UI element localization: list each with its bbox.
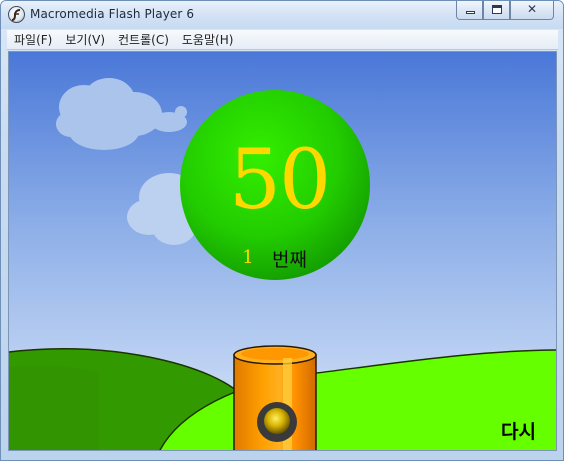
fire-button-icon[interactable] xyxy=(264,408,290,434)
minimize-button[interactable] xyxy=(456,1,483,20)
maximize-icon xyxy=(492,5,502,14)
menu-control[interactable]: 컨트롤(C) xyxy=(111,31,175,48)
cannon[interactable] xyxy=(233,345,317,451)
game-stage[interactable]: 50 1 번째 다시 xyxy=(8,51,557,451)
close-icon: ✕ xyxy=(526,2,538,16)
score-display: 50 xyxy=(228,133,331,228)
turn-number: 1 xyxy=(242,247,254,268)
menu-help[interactable]: 도움말(H) xyxy=(175,31,240,48)
retry-button[interactable]: 다시 xyxy=(501,417,536,444)
close-button[interactable]: ✕ xyxy=(510,1,554,20)
turn-label: 번째 xyxy=(272,249,307,271)
menu-bar: 파일(F) 보기(V) 컨트롤(C) 도움말(H) xyxy=(7,30,558,50)
minimize-icon xyxy=(466,11,475,14)
menu-file[interactable]: 파일(F) xyxy=(7,31,58,48)
window-controls: ✕ xyxy=(456,1,554,21)
menu-view[interactable]: 보기(V) xyxy=(58,31,111,48)
maximize-button[interactable] xyxy=(483,1,510,20)
window-title: Macromedia Flash Player 6 xyxy=(30,7,195,21)
flash-app-icon xyxy=(8,6,25,23)
title-bar[interactable]: Macromedia Flash Player 6 ✕ xyxy=(1,1,563,29)
flash-player-window: Macromedia Flash Player 6 ✕ 파일(F) 보기(V) … xyxy=(0,0,564,461)
